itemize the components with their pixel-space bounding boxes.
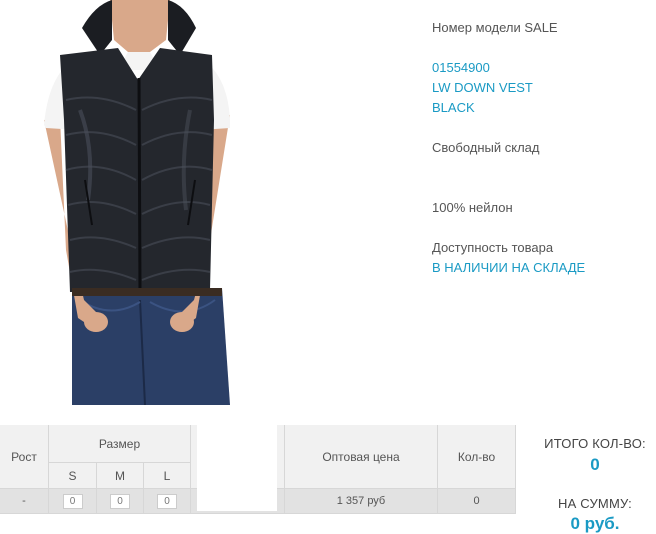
availability-status: В НАЛИЧИИ НА СКЛАДЕ — [432, 260, 586, 275]
total-sum-label: НА СУММУ: — [558, 496, 632, 511]
product-info: Номер модели SALE 01554900 LW DOWN VEST … — [432, 18, 654, 278]
header-size: Размер — [49, 425, 191, 463]
product-name[interactable]: LW DOWN VEST — [432, 78, 654, 98]
header-size-m: M — [97, 463, 144, 489]
qty-input-s[interactable]: 0 — [62, 493, 83, 509]
header-size-s: S — [49, 463, 97, 489]
header-quantity: Кол-во — [438, 425, 516, 489]
qty-cell-s: 0 — [49, 489, 97, 514]
total-count-value: 0 — [590, 455, 600, 474]
total-count-label: ИТОГО КОЛ-ВО: — [544, 436, 646, 451]
warehouse-label: Свободный склад — [432, 140, 540, 155]
header-height: Рост — [0, 425, 49, 489]
row-quantity: 0 — [438, 489, 516, 514]
row-height-value: - — [0, 489, 49, 514]
total-sum-value: 0 руб. — [570, 514, 620, 533]
model-label: Номер модели SALE — [432, 20, 558, 35]
article-number[interactable]: 01554900 — [432, 58, 654, 78]
header-size-l: L — [144, 463, 191, 489]
qty-input-l[interactable]: 0 — [157, 493, 177, 509]
product-image — [0, 0, 230, 405]
material-label: 100% нейлон — [432, 200, 513, 215]
qty-cell-l: 0 — [144, 489, 191, 514]
qty-cell-m: 0 — [97, 489, 144, 514]
qty-input-m[interactable]: 0 — [110, 493, 130, 509]
blank-overlay — [197, 425, 277, 511]
header-wholesale-price: Оптовая цена — [285, 425, 438, 489]
product-color[interactable]: BLACK — [432, 98, 654, 118]
availability-label: Доступность товара — [432, 240, 554, 255]
order-totals: ИТОГО КОЛ-ВО: 0 НА СУММУ: 0 руб. — [536, 436, 654, 534]
row-price: 1 357 руб — [285, 489, 438, 514]
